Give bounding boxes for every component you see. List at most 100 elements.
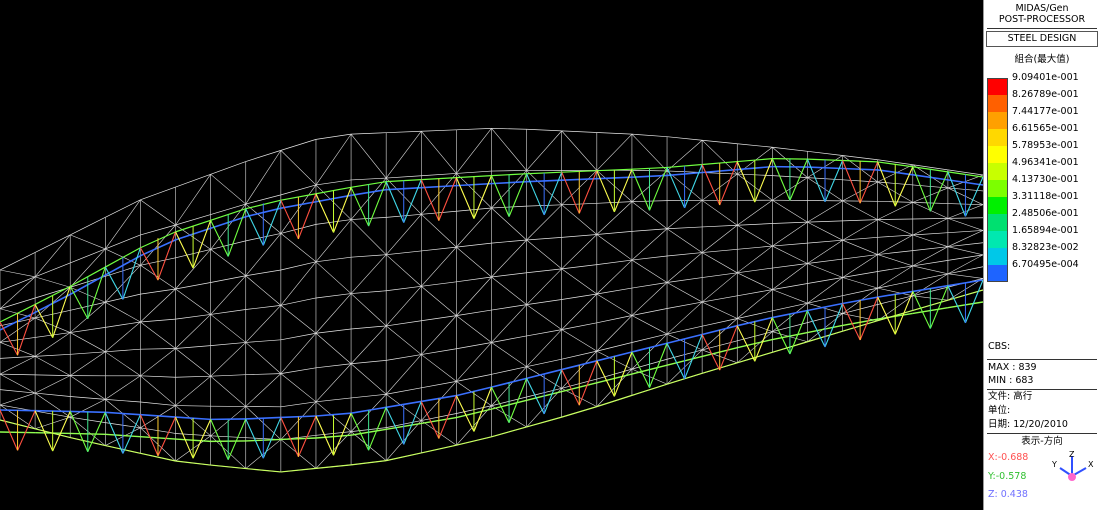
mesh-member — [456, 309, 492, 316]
mesh-member — [105, 351, 141, 377]
mesh-member — [947, 230, 983, 234]
legend-value: 7.44177e-001 — [1012, 106, 1079, 117]
mesh-member — [491, 342, 527, 367]
view-y: Y:-0.578 — [988, 471, 1027, 482]
mesh-member — [772, 146, 808, 152]
design-label: STEEL DESIGN — [986, 31, 1098, 47]
date-info: 日期: 12/20/2010 — [988, 419, 1068, 430]
mesh-member — [403, 401, 422, 445]
mesh-member — [351, 393, 387, 399]
mesh-member — [210, 419, 229, 460]
mesh-member — [526, 299, 562, 305]
mesh-member — [350, 325, 387, 364]
mesh-member — [315, 261, 352, 294]
mesh-member — [105, 375, 141, 400]
mesh-member — [175, 375, 211, 378]
mesh-member — [631, 315, 668, 335]
mesh-member — [280, 139, 317, 151]
model-viewport[interactable] — [0, 0, 983, 510]
mesh-member — [877, 250, 913, 255]
mesh-member — [386, 387, 422, 395]
mesh-member — [491, 426, 527, 438]
mesh-member — [666, 325, 703, 335]
mesh-member — [386, 175, 422, 179]
mesh-member — [772, 221, 808, 224]
mesh-member — [210, 342, 246, 377]
mesh-member — [315, 293, 352, 334]
mesh-member — [807, 277, 843, 284]
mesh-member — [631, 308, 668, 316]
mesh-member — [35, 276, 71, 288]
legend-value: 4.96341e-001 — [1012, 157, 1079, 168]
mesh-member — [455, 177, 475, 219]
mesh-member — [596, 342, 633, 352]
mesh-member — [315, 133, 352, 186]
mesh-member — [210, 161, 246, 175]
mesh-member — [140, 348, 176, 377]
mesh-member — [473, 175, 493, 219]
mesh-member — [491, 304, 527, 311]
legend-value: 6.61565e-001 — [1012, 123, 1079, 134]
legend-value: 4.13730e-001 — [1012, 174, 1079, 185]
mesh-member — [807, 200, 843, 223]
mesh-member — [280, 150, 317, 186]
mesh-member — [596, 315, 632, 324]
mesh-member — [175, 314, 211, 320]
divider — [987, 359, 1097, 360]
mesh-member — [772, 221, 808, 247]
mesh-member — [70, 351, 106, 355]
mesh-member — [772, 242, 808, 247]
mesh-member — [526, 358, 562, 368]
mesh-member — [877, 265, 913, 272]
axis-x-label: X — [1088, 460, 1094, 469]
mesh-member — [702, 301, 738, 319]
mesh-member — [526, 239, 562, 270]
mesh-member — [596, 170, 615, 213]
mesh-member — [842, 277, 878, 289]
file-info: 文件: 高行 — [988, 391, 1033, 402]
mesh-member — [526, 130, 562, 171]
cbs-label: CBS: — [988, 341, 1011, 352]
app-mode: POST-PROCESSOR — [998, 14, 1086, 25]
mesh-member — [561, 130, 598, 171]
mesh-member — [491, 276, 527, 305]
mesh-member — [280, 333, 317, 374]
mesh-member — [350, 254, 387, 294]
mesh-member — [789, 158, 808, 201]
legend-value: 9.09401e-001 — [1012, 72, 1079, 83]
mesh-member — [351, 360, 387, 365]
mesh-member — [245, 275, 282, 306]
mesh-member — [491, 239, 527, 278]
mesh-member — [175, 416, 194, 459]
mesh-member — [385, 286, 422, 327]
mesh-member — [315, 133, 352, 140]
mesh-member — [456, 128, 492, 174]
mesh-member — [421, 444, 457, 454]
mesh-member — [631, 228, 668, 232]
mesh-member — [824, 160, 844, 203]
mesh-member — [175, 375, 211, 406]
mesh-member — [34, 410, 54, 452]
mesh-member — [315, 256, 352, 263]
mesh-member — [561, 406, 597, 418]
mesh-member — [842, 254, 878, 260]
mesh-member — [578, 170, 598, 214]
mesh-member — [877, 218, 913, 220]
mesh-member — [245, 150, 281, 162]
mesh-member — [421, 246, 457, 287]
mesh-member — [561, 322, 597, 330]
mesh-member — [280, 305, 317, 334]
mesh-member — [912, 218, 949, 236]
mesh-member — [0, 355, 36, 359]
mesh-member — [175, 214, 211, 226]
mesh-member — [140, 288, 176, 295]
mesh-member — [227, 418, 247, 460]
mesh-member — [157, 416, 177, 457]
mesh-member — [70, 248, 106, 264]
mesh-member — [350, 133, 387, 179]
mesh-member — [772, 283, 808, 290]
mesh-member — [140, 375, 176, 406]
mesh-member — [842, 239, 878, 255]
mesh-member — [526, 268, 562, 274]
mesh-member — [280, 467, 317, 473]
